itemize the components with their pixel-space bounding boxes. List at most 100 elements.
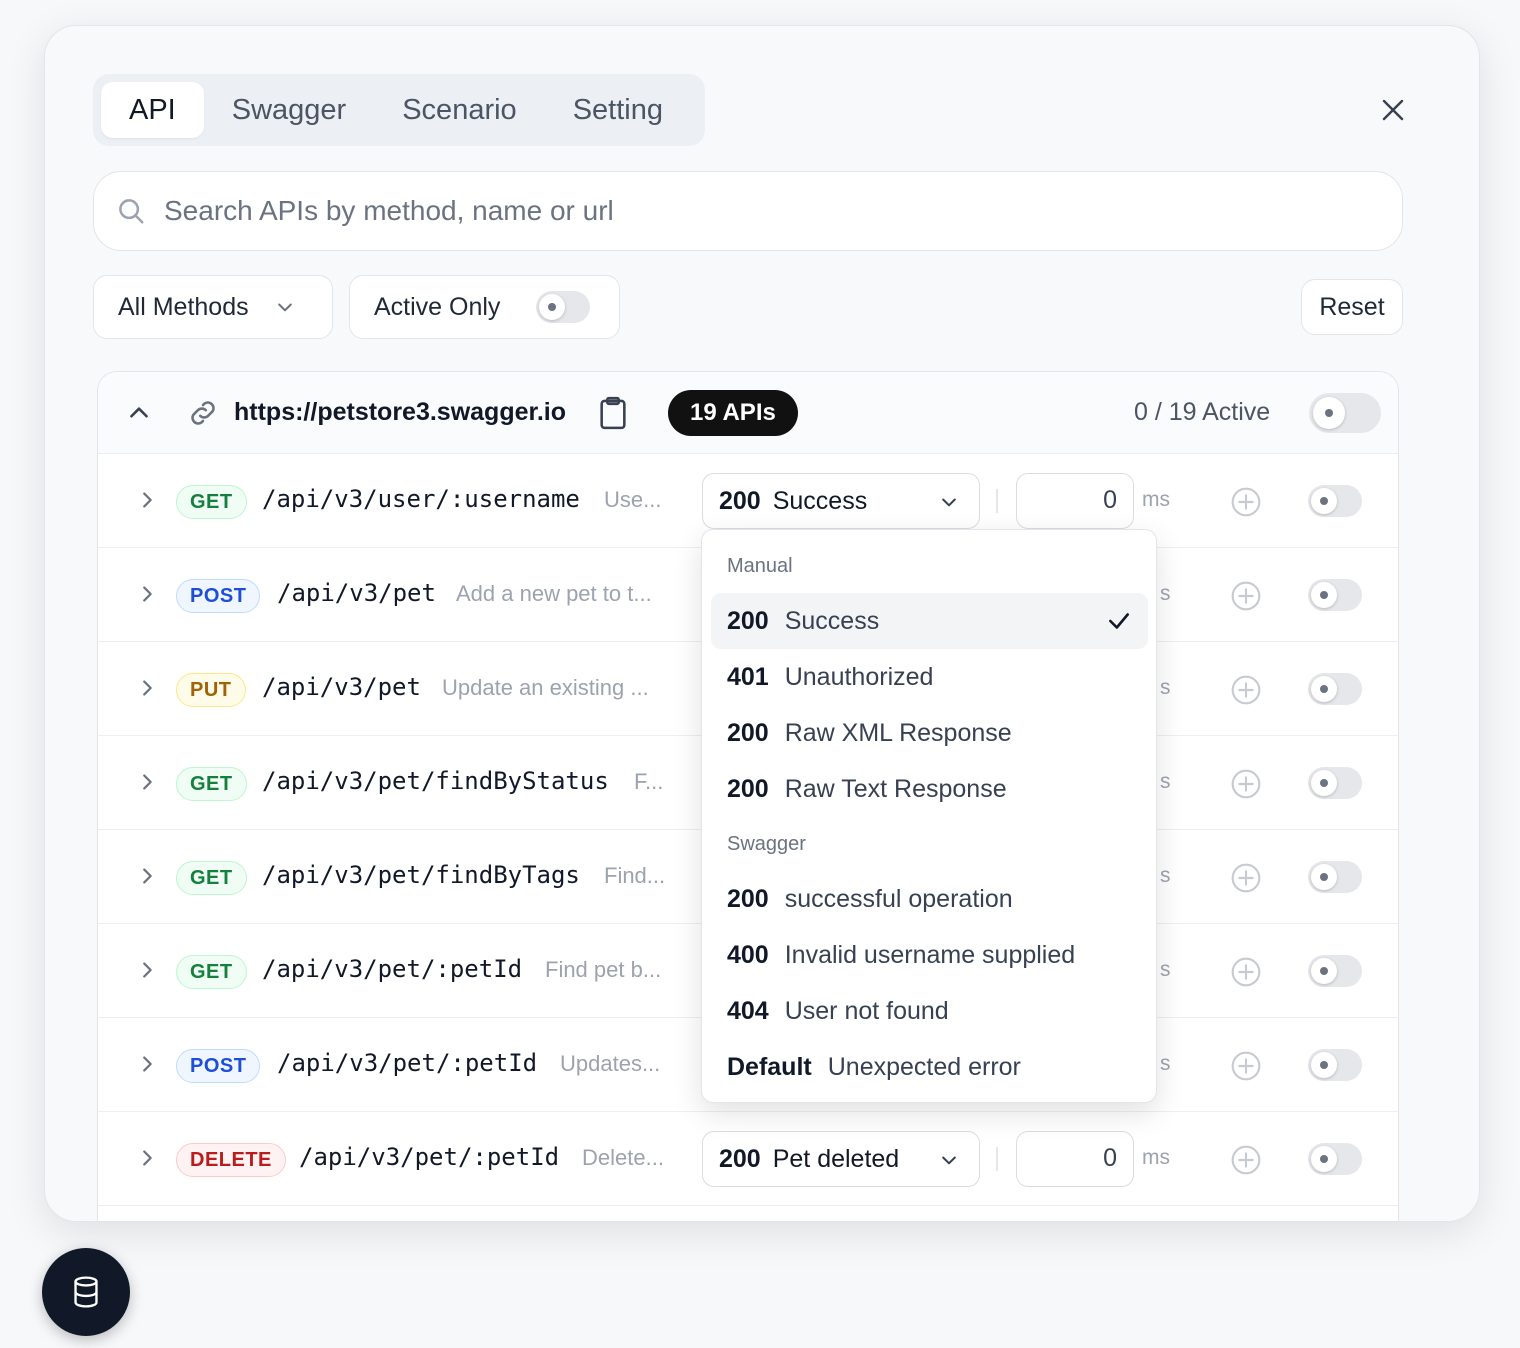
method-badge: POST — [176, 579, 261, 613]
option-label: Invalid username supplied — [784, 940, 1076, 969]
api-path: /api/v3/pet/:petId — [299, 1143, 560, 1171]
option-label: Success — [784, 606, 880, 635]
api-toggle[interactable] — [1308, 1049, 1362, 1081]
option-label: Unexpected error — [827, 1052, 1021, 1081]
response-select[interactable]: 200 Success — [702, 473, 980, 529]
delay-unit: ms — [1142, 1146, 1170, 1169]
tab-bar: API Swagger Scenario Setting — [93, 74, 705, 146]
chevron-right-icon[interactable] — [136, 677, 158, 699]
chevron-right-icon[interactable] — [136, 771, 158, 793]
api-description: Find... — [604, 863, 666, 888]
search-box — [93, 171, 1403, 251]
api-toggle[interactable] — [1308, 673, 1362, 705]
active-count: 0 / 19 Active — [1134, 398, 1271, 426]
group-url: https://petstore3.swagger.io — [234, 398, 567, 426]
methods-filter-select[interactable]: All Methods — [93, 275, 333, 339]
api-count-badge: 19 APIs — [668, 390, 798, 436]
chevron-up-icon[interactable] — [126, 400, 152, 426]
delay-unit: s — [1160, 1052, 1171, 1075]
add-circle-icon[interactable] — [1230, 768, 1262, 800]
reset-button[interactable]: Reset — [1301, 279, 1403, 335]
option-code: 200 — [727, 884, 769, 913]
api-toggle[interactable] — [1308, 579, 1362, 611]
tab-swagger[interactable]: Swagger — [204, 82, 374, 138]
chevron-down-icon — [942, 498, 956, 507]
check-icon — [1109, 613, 1129, 629]
search-input[interactable] — [164, 195, 1364, 227]
delay-input[interactable]: 0 — [1016, 473, 1134, 529]
chevron-down-icon — [942, 1156, 956, 1165]
option-code: 404 — [727, 996, 769, 1025]
group-toggle[interactable] — [1309, 393, 1381, 433]
api-path: /api/v3/pet/:petId — [277, 1049, 538, 1077]
add-circle-icon[interactable] — [1230, 862, 1262, 894]
option-label: successful operation — [784, 884, 1013, 913]
option-label: User not found — [784, 996, 949, 1025]
database-fab-button[interactable] — [42, 1248, 130, 1336]
add-circle-icon[interactable] — [1230, 674, 1262, 706]
dropdown-option[interactable]: 200 successful operation — [711, 871, 1148, 927]
chevron-right-icon[interactable] — [136, 489, 158, 511]
api-description: Delete... — [582, 1145, 664, 1170]
response-dropdown-menu: Manual 200 Success 401 Unauthorized 200 … — [701, 529, 1157, 1103]
dropdown-option[interactable]: Default Unexpected error — [711, 1039, 1148, 1095]
delay-unit: ms — [1142, 488, 1170, 511]
tab-api[interactable]: API — [101, 82, 204, 138]
add-circle-icon[interactable] — [1230, 486, 1262, 518]
option-label: Raw XML Response — [784, 718, 1012, 747]
group-header: https://petstore3.swagger.io 19 APIs 0 /… — [98, 372, 1398, 454]
api-toggle[interactable] — [1308, 861, 1362, 893]
dropdown-option[interactable]: 400 Invalid username supplied — [711, 927, 1148, 983]
tab-setting[interactable]: Setting — [545, 82, 691, 138]
chevron-right-icon[interactable] — [136, 959, 158, 981]
dropdown-option[interactable]: 200 Raw XML Response — [711, 705, 1148, 761]
add-circle-icon[interactable] — [1230, 1050, 1262, 1082]
response-label: Pet deleted — [772, 1144, 900, 1173]
delay-unit: s — [1160, 958, 1171, 981]
chevron-right-icon[interactable] — [136, 1053, 158, 1075]
chevron-right-icon[interactable] — [136, 583, 158, 605]
delay-input[interactable]: 0 — [1016, 1131, 1134, 1187]
add-circle-icon[interactable] — [1230, 1144, 1262, 1176]
option-label: Raw Text Response — [784, 774, 1007, 803]
api-description: Updates... — [560, 1051, 661, 1076]
clipboard-icon[interactable] — [598, 396, 628, 430]
method-badge: POST — [176, 1049, 261, 1083]
api-path: /api/v3/pet/findByStatus — [262, 767, 609, 795]
close-button[interactable] — [1375, 92, 1411, 128]
api-description: F... — [634, 769, 664, 794]
dropdown-option[interactable]: 404 User not found — [711, 983, 1148, 1039]
option-label: Unauthorized — [784, 662, 934, 691]
option-code: 200 — [727, 774, 769, 803]
methods-filter-label: All Methods — [118, 292, 249, 321]
close-icon — [1382, 99, 1404, 121]
api-path: /api/v3/user/:username — [262, 485, 580, 513]
option-code: Default — [727, 1052, 812, 1081]
response-code: 200 — [719, 1144, 761, 1173]
dropdown-option[interactable]: 200 Raw Text Response — [711, 761, 1148, 817]
link-icon — [191, 401, 215, 425]
chevron-right-icon[interactable] — [136, 865, 158, 887]
divider — [996, 489, 998, 513]
api-toggle[interactable] — [1308, 955, 1362, 987]
active-only-label: Active Only — [374, 292, 501, 321]
dropdown-option[interactable]: 200 Success — [711, 593, 1148, 649]
api-path: /api/v3/pet/:petId — [262, 955, 523, 983]
api-path: /api/v3/pet — [277, 579, 436, 607]
tab-scenario[interactable]: Scenario — [374, 82, 544, 138]
add-circle-icon[interactable] — [1230, 956, 1262, 988]
api-toggle[interactable] — [1308, 767, 1362, 799]
api-toggle[interactable] — [1308, 485, 1362, 517]
add-circle-icon[interactable] — [1230, 580, 1262, 612]
method-badge: GET — [176, 485, 247, 519]
chevron-right-icon[interactable] — [136, 1147, 158, 1169]
method-badge: PUT — [176, 673, 246, 707]
response-select[interactable]: 200 Pet deleted — [702, 1131, 980, 1187]
option-code: 400 — [727, 940, 769, 969]
api-toggle[interactable] — [1308, 1143, 1362, 1175]
active-only-toggle[interactable] — [536, 291, 591, 323]
delay-unit: s — [1160, 582, 1171, 605]
dropdown-option[interactable]: 401 Unauthorized — [711, 649, 1148, 705]
database-icon — [74, 1276, 98, 1308]
method-badge: DELETE — [176, 1143, 286, 1177]
